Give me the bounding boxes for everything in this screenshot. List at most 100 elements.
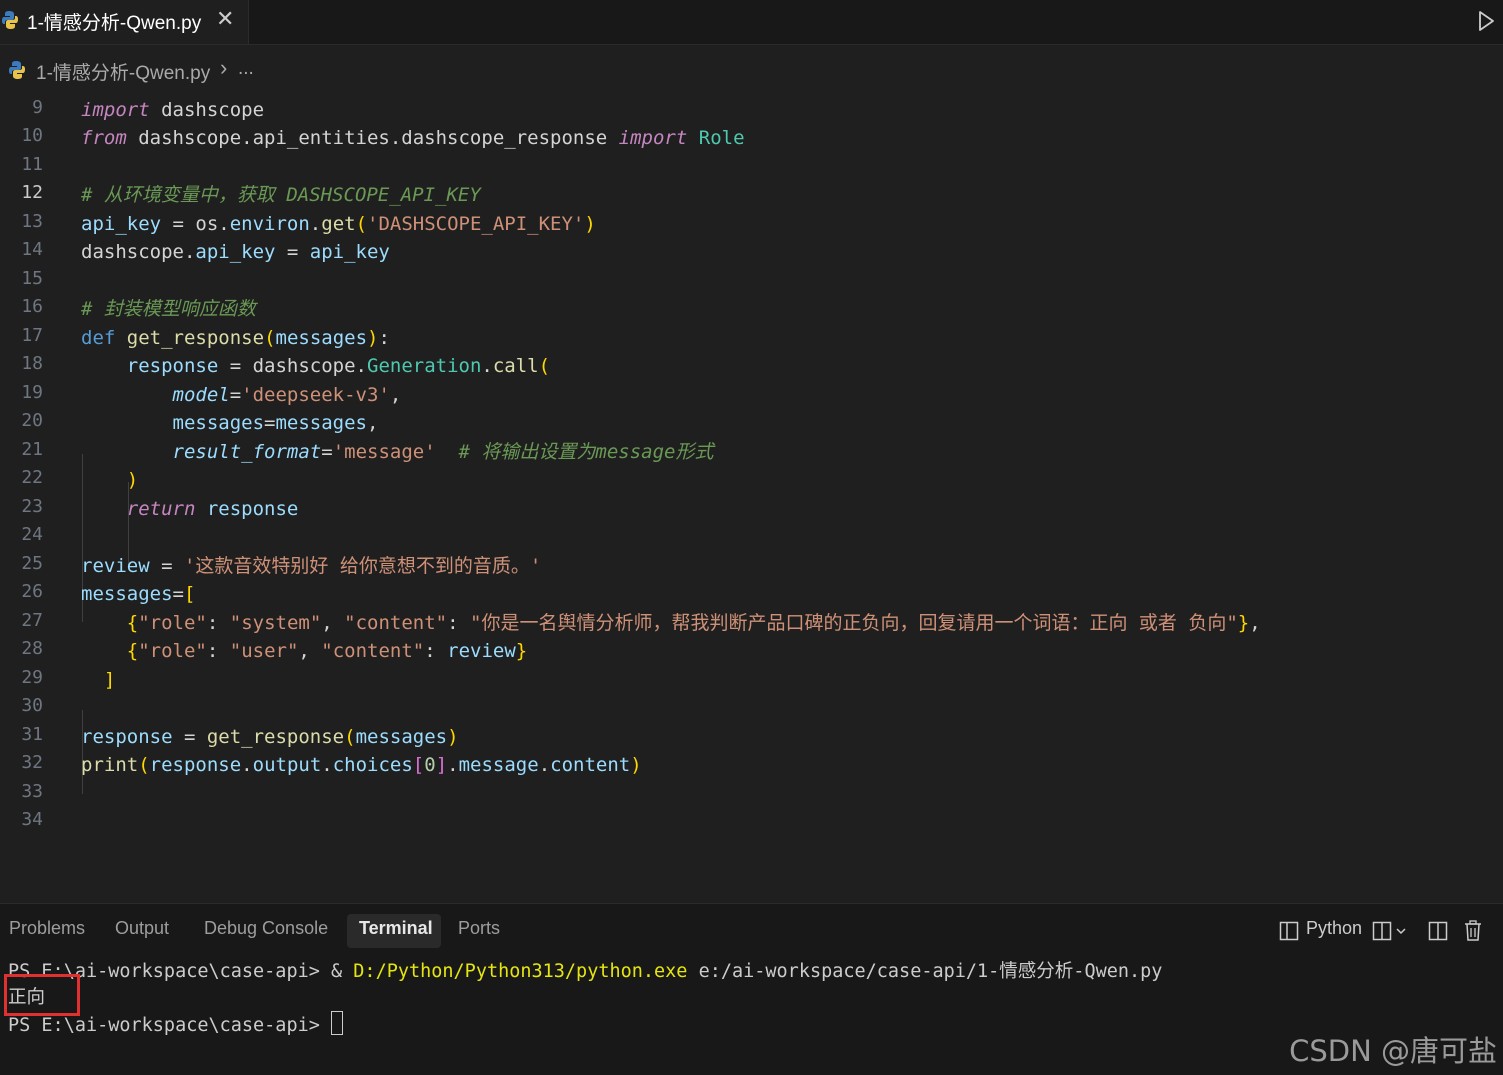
line-number: 18 — [21, 353, 43, 374]
breadcrumb-file[interactable]: 1-情感分析-Qwen.py — [36, 58, 210, 85]
terminal-output[interactable]: PS E:\ai-workspace\case-api> & D:/Python… — [8, 959, 1162, 1039]
highlight-box — [4, 974, 80, 1016]
line-number: 13 — [21, 211, 43, 232]
code-line: 23 return response — [0, 495, 1503, 523]
code-text: response = dashscope.Generation.call( — [126, 355, 551, 377]
line-number: 34 — [21, 809, 43, 830]
terminal-profile-label[interactable]: Python — [1306, 918, 1362, 939]
run-icon[interactable] — [1476, 10, 1496, 32]
line-number: 30 — [21, 695, 43, 716]
code-text: review = '这款音效特别好 给你意想不到的音质。' — [81, 555, 542, 577]
split-terminal-icon[interactable] — [1428, 921, 1448, 941]
terminal-exe-path: D:/Python/Python313/python.exe — [353, 961, 688, 982]
terminal-line: PS E:\ai-workspace\case-api> & D:/Python… — [8, 959, 1162, 985]
bottom-panel: Problems Output Debug Console Terminal P… — [0, 903, 1503, 1075]
code-line: 26 messages=[ — [0, 580, 1503, 608]
code-text: return response — [126, 498, 299, 520]
code-line: 9 import dashscope — [0, 96, 1503, 124]
line-number: 22 — [21, 467, 43, 488]
line-number: 20 — [21, 410, 43, 431]
terminal-cursor — [331, 1011, 344, 1035]
line-number: 33 — [21, 781, 43, 802]
code-line: 15 — [0, 267, 1503, 295]
code-text: messages=[ — [81, 583, 196, 605]
code-line: 34 — [0, 808, 1503, 836]
line-number: 9 — [32, 97, 43, 118]
code-line: 22 ) — [0, 466, 1503, 494]
code-text: # 从环境变量中，获取 DASHSCOPE_API_KEY — [81, 184, 481, 206]
tab-problems[interactable]: Problems — [9, 918, 85, 939]
line-number: 10 — [21, 125, 43, 146]
code-line: 17 def get_response(messages): — [0, 324, 1503, 352]
code-text: from dashscope.api_entities.dashscope_re… — [81, 127, 745, 149]
code-line: 27 {"role": "system", "content": "你是一名舆情… — [0, 609, 1503, 637]
code-line: 31 response = get_response(messages) — [0, 723, 1503, 751]
terminal-line: 正向 — [8, 985, 1162, 1011]
line-number: 14 — [21, 239, 43, 260]
code-text: {"role": "system", "content": "你是一名舆情分析师… — [126, 612, 1261, 634]
code-text: # 封装模型响应函数 — [81, 298, 256, 320]
line-number: 27 — [21, 610, 43, 631]
code-text: def get_response(messages): — [81, 327, 390, 349]
editor-tab[interactable]: 1-情感分析-Qwen.py ✕ — [0, 0, 249, 44]
code-text: result_format='message' # 将输出设置为message形… — [172, 441, 714, 463]
tab-output[interactable]: Output — [115, 918, 169, 939]
code-line: 16 # 封装模型响应函数 — [0, 295, 1503, 323]
line-number: 23 — [21, 496, 43, 517]
breadcrumb-more[interactable]: ... — [238, 58, 254, 80]
code-line: 32 print(response.output.choices[0].mess… — [0, 751, 1503, 779]
watermark: CSDN @唐可盐 — [1289, 1034, 1497, 1068]
code-text: model='deepseek-v3', — [172, 384, 402, 406]
code-line: 25 review = '这款音效特别好 给你意想不到的音质。' — [0, 552, 1503, 580]
code-line: 10 from dashscope.api_entities.dashscope… — [0, 124, 1503, 152]
code-text: {"role": "user", "content": review} — [126, 640, 528, 662]
tab-label: 1-情感分析-Qwen.py — [27, 13, 202, 34]
tab-terminal[interactable]: Terminal — [359, 918, 433, 939]
line-number: 31 — [21, 724, 43, 745]
code-line: 20 messages=messages, — [0, 409, 1503, 437]
code-text: api_key = os.environ.get('DASHSCOPE_API_… — [81, 213, 596, 235]
line-number: 21 — [21, 439, 43, 460]
code-line: 29 ] — [0, 666, 1503, 694]
python-file-icon — [2, 11, 18, 29]
line-number: 25 — [21, 553, 43, 574]
code-line-active: 12 # 从环境变量中，获取 DASHSCOPE_API_KEY — [0, 181, 1503, 209]
code-line: 21 result_format='message' # 将输出设置为messa… — [0, 438, 1503, 466]
code-line: 11 — [0, 153, 1503, 181]
line-number: 17 — [21, 325, 43, 346]
code-line: 28 {"role": "user", "content": review} — [0, 637, 1503, 665]
line-number: 24 — [21, 524, 43, 545]
code-text: dashscope.api_key = api_key — [81, 241, 390, 263]
code-line: 30 — [0, 694, 1503, 722]
tab-bar: 1-情感分析-Qwen.py ✕ — [0, 0, 1503, 45]
line-number: 16 — [21, 296, 43, 317]
line-number: 12 — [21, 182, 43, 203]
code-line: 24 — [0, 523, 1503, 551]
tab-ports[interactable]: Ports — [458, 918, 500, 939]
code-text: messages=messages, — [172, 412, 379, 434]
chevron-right-icon: › — [220, 55, 228, 80]
line-number: 32 — [21, 752, 43, 773]
tab-debug-console[interactable]: Debug Console — [204, 918, 328, 939]
terminal-profile-icon[interactable] — [1279, 921, 1299, 941]
terminal-arg: e:/ai-workspace/case-api/1-情感分析-Qwen.py — [687, 961, 1163, 982]
new-terminal-split-icon[interactable] — [1372, 921, 1408, 941]
code-editor[interactable]: 9 import dashscope 10 from dashscope.api… — [0, 96, 1503, 896]
trash-icon[interactable] — [1463, 920, 1483, 942]
code-line: 19 model='deepseek-v3', — [0, 381, 1503, 409]
code-line: 14 dashscope.api_key = api_key — [0, 238, 1503, 266]
code-text: print(response.output.choices[0].message… — [81, 754, 642, 776]
code-text: response = get_response(messages) — [81, 726, 459, 748]
line-number: 28 — [21, 638, 43, 659]
close-icon[interactable]: ✕ — [216, 6, 234, 32]
code-text: ) — [126, 469, 139, 491]
line-number: 26 — [21, 581, 43, 602]
code-text: ] — [103, 669, 116, 691]
code-line: 33 — [0, 780, 1503, 808]
line-number: 29 — [21, 667, 43, 688]
code-line: 13 api_key = os.environ.get('DASHSCOPE_A… — [0, 210, 1503, 238]
line-number: 15 — [21, 268, 43, 289]
line-number: 11 — [21, 154, 43, 175]
terminal-prompt: PS E:\ai-workspace\case-api> — [8, 1015, 332, 1036]
python-file-icon — [9, 61, 25, 79]
